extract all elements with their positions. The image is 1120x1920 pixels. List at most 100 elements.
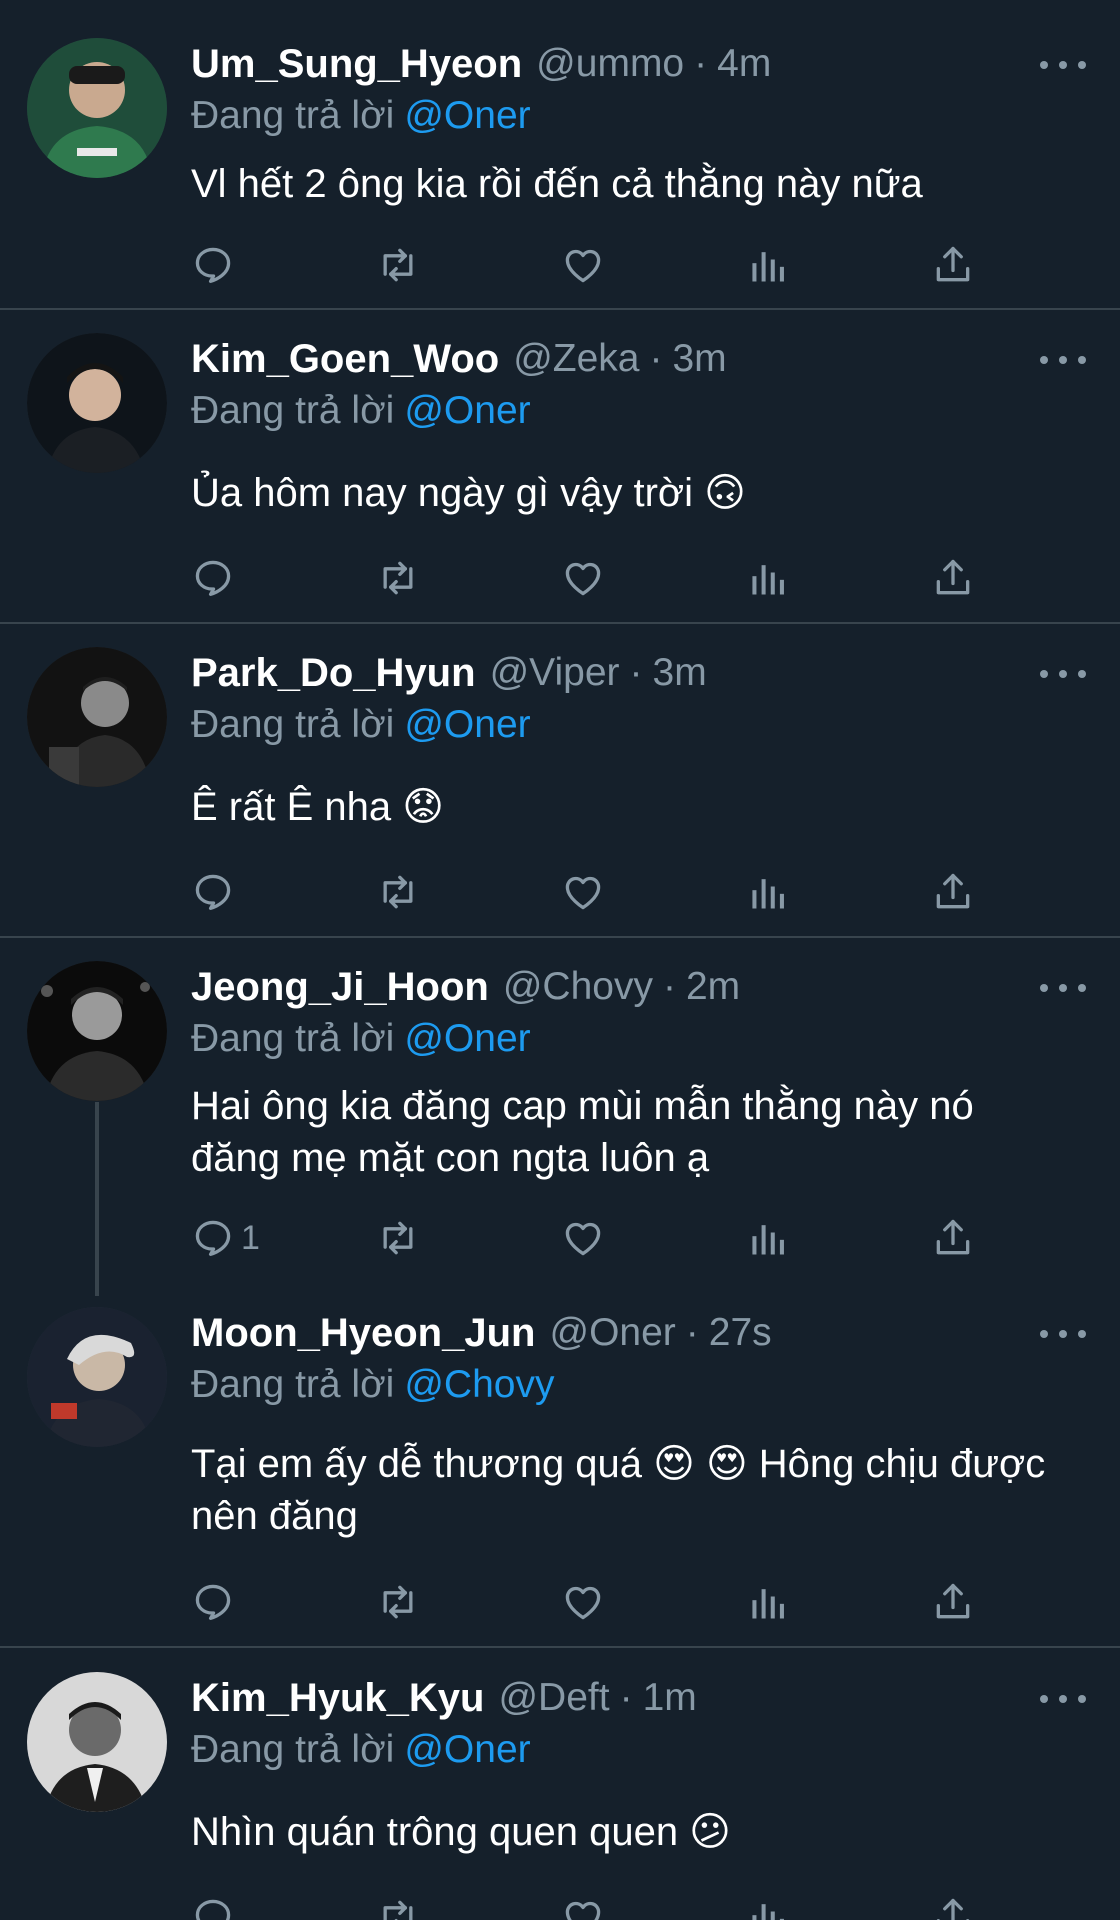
share-icon (936, 559, 970, 595)
share-button[interactable] (931, 553, 975, 603)
more-icon[interactable] (1040, 1684, 1086, 1714)
tweet-header: Park_Do_Hyun @Viper · 3m (191, 649, 707, 697)
mention-link[interactable]: @Oner (404, 1017, 530, 1060)
analytics-button[interactable] (746, 1213, 790, 1263)
tweet-header: Kim_Goen_Woo @Zeka · 3m (191, 335, 727, 383)
reply-icon (195, 1899, 231, 1920)
user-handle[interactable]: @ummo (536, 42, 684, 86)
reply-icon (195, 874, 231, 910)
reply-button[interactable] (191, 240, 241, 290)
tweet-text: Vl hết 2 ông kia rồi đến cả thằng này nữ… (191, 162, 923, 206)
replying-to: Đang trả lời @Oner (191, 703, 531, 747)
tweet[interactable]: Moon_Hyeon_Jun @Oner · 27s Đang trả lời @… (0, 1296, 1120, 1648)
like-button[interactable] (561, 240, 605, 290)
timestamp[interactable]: 3m (672, 337, 726, 381)
tweet[interactable]: Kim_Hyuk_Kyu @Deft · 1m Đang trả lời @One… (0, 1648, 1120, 1920)
timestamp[interactable]: 27s (709, 1311, 772, 1355)
like-button[interactable] (561, 1577, 605, 1627)
retweet-button[interactable] (376, 240, 420, 290)
mention-link[interactable]: @Oner (404, 703, 530, 746)
share-button[interactable] (931, 1577, 975, 1627)
share-icon (936, 1583, 970, 1619)
reply-button[interactable] (191, 867, 241, 917)
retweet-icon (383, 1900, 413, 1920)
like-button[interactable] (561, 553, 605, 603)
share-icon (936, 1219, 970, 1255)
analytics-button[interactable] (746, 240, 790, 290)
retweet-button[interactable] (376, 553, 420, 603)
tweet-header: Moon_Hyeon_Jun @Oner · 27s (191, 1309, 772, 1357)
timestamp[interactable]: 3m (653, 651, 707, 695)
display-name[interactable]: Um_Sung_Hyeon (191, 42, 522, 87)
separator: · (685, 1311, 699, 1354)
retweet-button[interactable] (376, 1213, 420, 1263)
tweet[interactable]: Park_Do_Hyun @Viper · 3m Đang trả lời @On… (0, 624, 1120, 938)
share-button[interactable] (931, 240, 975, 290)
more-icon[interactable] (1040, 50, 1086, 80)
like-icon (565, 1222, 601, 1256)
separator: · (619, 1676, 633, 1719)
share-button[interactable] (931, 1892, 975, 1920)
analytics-button[interactable] (746, 553, 790, 603)
user-handle[interactable]: @Deft (498, 1676, 609, 1720)
more-icon[interactable] (1040, 973, 1086, 1003)
display-name[interactable]: Park_Do_Hyun (191, 651, 476, 696)
avatar[interactable] (27, 961, 167, 1101)
user-handle[interactable]: @Zeka (513, 337, 639, 381)
display-name[interactable]: Kim_Goen_Woo (191, 337, 499, 382)
user-handle[interactable]: @Viper (490, 651, 620, 695)
analytics-icon (752, 1225, 784, 1255)
like-button[interactable] (561, 867, 605, 917)
user-handle[interactable]: @Oner (549, 1311, 675, 1355)
mention-link[interactable]: @Oner (404, 1728, 530, 1771)
display-name[interactable]: Kim_Hyuk_Kyu (191, 1676, 484, 1721)
reply-count: 1 (241, 1218, 260, 1257)
more-icon[interactable] (1040, 659, 1086, 689)
like-button[interactable] (561, 1213, 605, 1263)
analytics-button[interactable] (746, 1577, 790, 1627)
share-button[interactable] (931, 867, 975, 917)
retweet-icon (383, 1221, 413, 1255)
mention-link[interactable]: @Oner (404, 94, 530, 137)
analytics-button[interactable] (746, 867, 790, 917)
tweet[interactable]: Um_Sung_Hyeon @ummo · 4m Đang trả lời @On… (0, 0, 1120, 310)
separator: · (694, 42, 708, 85)
retweet-button[interactable] (376, 1577, 420, 1627)
timestamp[interactable]: 4m (717, 42, 771, 86)
timestamp[interactable]: 2m (686, 965, 740, 1009)
reply-button[interactable] (191, 1577, 241, 1627)
reply-button[interactable]: 1 (191, 1213, 260, 1263)
tweet-text: Ủa hôm nay ngày gì vậy trời 🙃 (191, 471, 746, 515)
display-name[interactable]: Jeong_Ji_Hoon (191, 965, 489, 1010)
display-name[interactable]: Moon_Hyeon_Jun (191, 1311, 535, 1356)
mention-link[interactable]: @Oner (404, 389, 530, 432)
analytics-button[interactable] (746, 1892, 790, 1920)
share-button[interactable] (931, 1213, 975, 1263)
reply-button[interactable] (191, 1892, 241, 1920)
timestamp[interactable]: 1m (643, 1676, 697, 1720)
tweet[interactable]: Kim_Goen_Woo @Zeka · 3m Đang trả lời @One… (0, 310, 1120, 624)
retweet-button[interactable] (376, 867, 420, 917)
reply-button[interactable] (191, 553, 241, 603)
like-icon (565, 562, 601, 596)
reply-icon (195, 1220, 231, 1256)
thread-line (95, 1102, 99, 1296)
user-handle[interactable]: @Chovy (503, 965, 653, 1009)
avatar[interactable] (27, 647, 167, 787)
more-icon[interactable] (1040, 345, 1086, 375)
tweet[interactable]: Jeong_Ji_Hoon @Chovy · 2m Đang trả lời @O… (0, 938, 1120, 1296)
retweet-button[interactable] (376, 1892, 420, 1920)
action-bar: 1 (191, 1213, 991, 1263)
action-bar (191, 553, 991, 603)
more-icon[interactable] (1040, 1319, 1086, 1349)
action-bar (191, 240, 991, 290)
avatar[interactable] (27, 333, 167, 473)
avatar[interactable] (27, 38, 167, 178)
avatar[interactable] (27, 1307, 167, 1447)
avatar[interactable] (27, 1672, 167, 1812)
mention-link[interactable]: @Chovy (404, 1363, 554, 1406)
reply-icon (195, 247, 231, 283)
replying-label: Đang trả lời (191, 389, 395, 432)
like-button[interactable] (561, 1892, 605, 1920)
replying-to: Đang trả lời @Oner (191, 1017, 531, 1061)
